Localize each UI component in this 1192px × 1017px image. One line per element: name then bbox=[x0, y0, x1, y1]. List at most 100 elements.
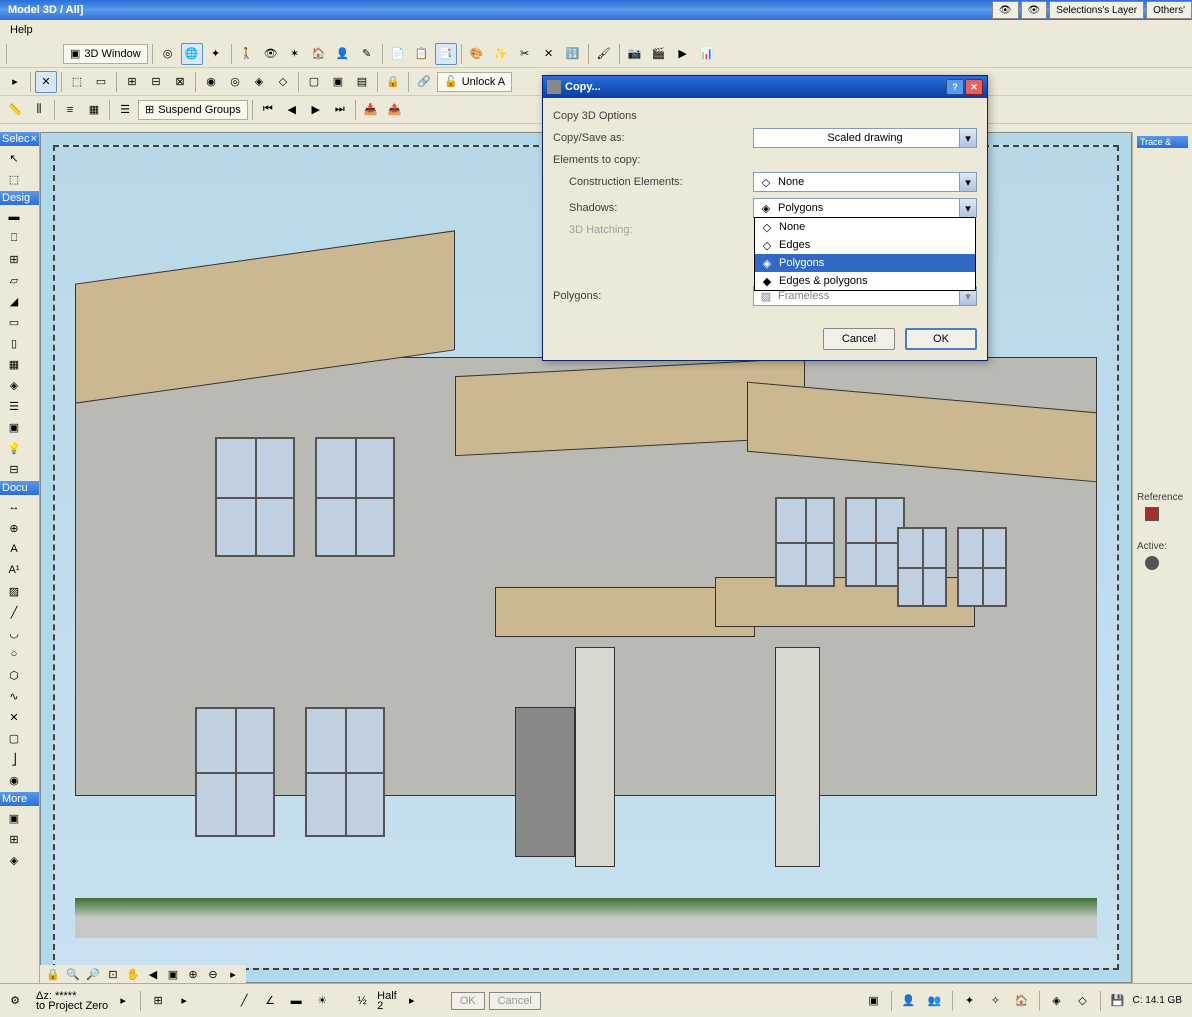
wall-tool-icon[interactable]: ▬ bbox=[2, 207, 26, 227]
sb-toggle-icon[interactable]: ▸ bbox=[173, 990, 195, 1012]
sb-half-dropdown-icon[interactable]: ▸ bbox=[401, 990, 423, 1012]
mode1-icon[interactable]: ◉ bbox=[200, 71, 222, 93]
unlock-button[interactable]: 🔓 Unlock A bbox=[437, 72, 512, 92]
mode2-icon[interactable]: ◎ bbox=[224, 71, 246, 93]
sb-person2-icon[interactable]: 👥 bbox=[924, 990, 946, 1012]
view2-icon[interactable]: ▣ bbox=[327, 71, 349, 93]
label-tool-icon[interactable]: A¹ bbox=[2, 560, 26, 580]
sb-filter-icon[interactable]: ▣ bbox=[863, 990, 885, 1012]
tool-person-icon[interactable]: 👤 bbox=[332, 43, 354, 65]
sb-line-icon[interactable]: ╱ bbox=[233, 990, 255, 1012]
more2-tool-icon[interactable]: ⊞ bbox=[2, 829, 26, 849]
zoom-dropdown-icon[interactable]: ▸ bbox=[224, 966, 242, 982]
nav-first-icon[interactable]: ⏮ bbox=[257, 99, 279, 121]
arrow-tool-icon[interactable]: ▸ bbox=[4, 71, 26, 93]
elev-tool-icon[interactable]: ⊕ bbox=[2, 518, 26, 538]
dialog-help-button[interactable]: ? bbox=[946, 79, 964, 95]
layer2-icon[interactable]: ▦ bbox=[83, 99, 105, 121]
dialog-titlebar[interactable]: Copy... ? ✕ bbox=[543, 76, 987, 98]
lock-icon[interactable]: 🔒 bbox=[382, 71, 404, 93]
marquee-tool-icon[interactable]: ⬚ bbox=[2, 169, 26, 189]
mesh-tool-icon[interactable]: ▦ bbox=[2, 354, 26, 374]
more3-tool-icon[interactable]: ◈ bbox=[2, 850, 26, 870]
sb-cube1-icon[interactable]: ◈ bbox=[1046, 990, 1068, 1012]
spline-tool-icon[interactable]: ∿ bbox=[2, 686, 26, 706]
section-tool-icon[interactable]: ⎦ bbox=[2, 749, 26, 769]
copy-save-as-combo[interactable]: Scaled drawing ▾ bbox=[753, 128, 977, 148]
tool-cube-icon[interactable]: ◎ bbox=[157, 43, 179, 65]
export-icon[interactable]: 📤 bbox=[384, 99, 406, 121]
pointer-tool-icon[interactable]: ↖ bbox=[2, 148, 26, 168]
detail-tool-icon[interactable]: ◉ bbox=[2, 770, 26, 790]
construction-elements-combo[interactable]: ◇ None ▾ bbox=[753, 172, 977, 192]
ok-button[interactable]: OK bbox=[905, 328, 977, 350]
sb-sun-icon[interactable]: ☀ bbox=[311, 990, 333, 1012]
figure-tool-icon[interactable]: ▢ bbox=[2, 728, 26, 748]
sb-angle-icon[interactable]: ∠ bbox=[259, 990, 281, 1012]
line-tool-icon[interactable]: ╱ bbox=[2, 602, 26, 622]
sb-cube2-icon[interactable]: ◇ bbox=[1072, 990, 1094, 1012]
tool-axes-icon[interactable]: ✦ bbox=[205, 43, 227, 65]
tool-home-icon[interactable]: 🏠 bbox=[308, 43, 330, 65]
slab-tool-icon[interactable]: ▱ bbox=[2, 270, 26, 290]
import-icon[interactable]: 📥 bbox=[360, 99, 382, 121]
active-indicator-icon[interactable] bbox=[1145, 556, 1159, 570]
poly-tool-icon[interactable]: ⬡ bbox=[2, 665, 26, 685]
snap3-icon[interactable]: ⊠ bbox=[169, 71, 191, 93]
tool-edit-icon[interactable]: ✎ bbox=[356, 43, 378, 65]
view3-icon[interactable]: ▤ bbox=[351, 71, 373, 93]
layer-icon[interactable]: ≡ bbox=[59, 99, 81, 121]
tool-film-icon[interactable]: 🎬 bbox=[648, 43, 670, 65]
zoom-minus-icon[interactable]: ⊖ bbox=[204, 966, 222, 982]
snap2-icon[interactable]: ⊟ bbox=[145, 71, 167, 93]
tool-globe-icon[interactable]: 🌐 bbox=[181, 43, 203, 65]
tool-copy2-icon[interactable]: 📋 bbox=[411, 43, 433, 65]
shadows-combo[interactable]: ◈ Polygons ▾ ◇ None ◇ Edges ◈ Polygons bbox=[753, 198, 977, 218]
tool-orbit-icon[interactable]: ✶ bbox=[284, 43, 306, 65]
tool-look-icon[interactable]: 👁 bbox=[260, 43, 282, 65]
zoom-lock-icon[interactable]: 🔒 bbox=[44, 966, 62, 982]
sb-cancel-button[interactable]: Cancel bbox=[489, 992, 541, 1010]
story-icon[interactable]: ☰ bbox=[114, 99, 136, 121]
cross-tool-icon[interactable]: ✕ bbox=[35, 71, 57, 93]
tool-palette-icon[interactable]: 🎨 bbox=[466, 43, 488, 65]
zoom-prev-icon[interactable]: ◀ bbox=[144, 966, 162, 982]
sb-fraction-icon[interactable]: ½ bbox=[351, 990, 373, 1012]
close-select-icon[interactable]: × bbox=[31, 133, 37, 145]
menu-help[interactable]: Help bbox=[6, 22, 37, 38]
tool-wand-icon[interactable]: ✨ bbox=[490, 43, 512, 65]
mode4-icon[interactable]: ◇ bbox=[272, 71, 294, 93]
link-icon[interactable]: 🔗 bbox=[413, 71, 435, 93]
zone-tool-icon[interactable]: ▣ bbox=[2, 417, 26, 437]
zoom-in-icon[interactable]: 🔍 bbox=[64, 966, 82, 982]
tool-paste-icon[interactable]: 📑 bbox=[435, 43, 457, 65]
beam-tool-icon[interactable]: ▭ bbox=[2, 312, 26, 332]
zoom-out-icon[interactable]: 🔎 bbox=[84, 966, 102, 982]
sb-tool2-icon[interactable]: ✧ bbox=[985, 990, 1007, 1012]
view1-icon[interactable]: ▢ bbox=[303, 71, 325, 93]
tool-brush-icon[interactable]: 🖌 bbox=[593, 43, 615, 65]
dim-tool-icon[interactable]: ↔ bbox=[2, 497, 26, 517]
stair-tool-icon[interactable]: ☰ bbox=[2, 396, 26, 416]
column-tool-icon[interactable]: ▯ bbox=[2, 333, 26, 353]
3d-window-button[interactable]: ▣ 3D Window bbox=[63, 44, 148, 64]
more1-tool-icon[interactable]: ▣ bbox=[2, 808, 26, 828]
sb-home-icon[interactable]: 🏠 bbox=[1011, 990, 1033, 1012]
zoom-plus-icon[interactable]: ⊕ bbox=[184, 966, 202, 982]
sb-wall-icon[interactable]: ▬ bbox=[285, 990, 307, 1012]
zoom-pan-icon[interactable]: ✋ bbox=[124, 966, 142, 982]
tool-walk-icon[interactable]: 🚶 bbox=[236, 43, 258, 65]
marquee-icon[interactable]: ▭ bbox=[90, 71, 112, 93]
nav-next-icon[interactable]: ▶ bbox=[305, 99, 327, 121]
eye-icon-2[interactable]: 👁 bbox=[1021, 1, 1048, 19]
curtain-tool-icon[interactable]: ⊟ bbox=[2, 459, 26, 479]
tool-copy-icon[interactable]: 📄 bbox=[387, 43, 409, 65]
align-icon[interactable]: ⫼ bbox=[28, 99, 50, 121]
text-tool-icon[interactable]: A bbox=[2, 539, 26, 559]
sb-ok-button[interactable]: OK bbox=[451, 992, 485, 1010]
sb-dropdown-icon[interactable]: ▸ bbox=[112, 990, 134, 1012]
dropdown-item-polygons[interactable]: ◈ Polygons bbox=[755, 254, 975, 272]
sb-person1-icon[interactable]: 👤 bbox=[898, 990, 920, 1012]
tool-chart-icon[interactable]: 📊 bbox=[696, 43, 718, 65]
sb-tool1-icon[interactable]: ✦ bbox=[959, 990, 981, 1012]
